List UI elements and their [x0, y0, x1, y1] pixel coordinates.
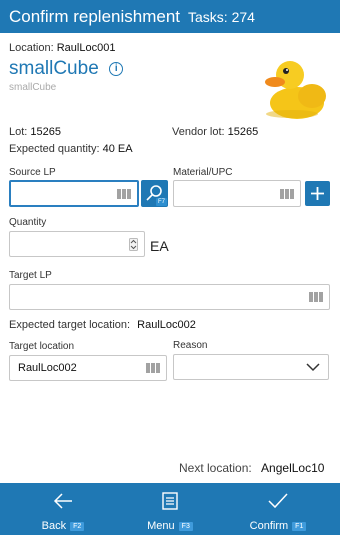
- barcode-icon[interactable]: [280, 188, 294, 200]
- expected-target-value: RaulLoc002: [137, 319, 196, 331]
- confirm-button[interactable]: Confirm F1: [238, 483, 318, 535]
- product-name: smallCube: [9, 58, 99, 79]
- quantity-unit: EA: [150, 238, 169, 254]
- plus-icon: [311, 187, 324, 200]
- page-title: Confirm replenishment: [9, 7, 181, 26]
- footer-bar: Back F2 Menu F3 Confirm F1: [0, 483, 340, 535]
- target-lp-label: Target LP: [9, 270, 52, 281]
- back-arrow-icon: [53, 493, 72, 509]
- source-lp-input[interactable]: [9, 180, 139, 207]
- chevron-down-icon: [306, 363, 320, 372]
- product-image: [262, 52, 330, 122]
- vendor-lot-value: 15265: [227, 126, 259, 138]
- location-label: Location:: [9, 42, 54, 54]
- expected-quantity-label: Expected quantity:: [9, 143, 100, 155]
- next-location-row: Next location: AngelLoc10: [179, 461, 324, 475]
- source-lp-key: F7: [155, 198, 167, 206]
- expected-target-row: Expected target location: RaulLoc002: [9, 319, 196, 331]
- lot-value: 15265: [30, 126, 62, 138]
- expected-quantity-value: 40 EA: [102, 143, 133, 155]
- vendor-lot-row: Vendor lot: 15265: [172, 126, 258, 138]
- target-location-input[interactable]: RaulLoc002: [9, 355, 167, 381]
- material-label: Material/UPC: [173, 167, 233, 178]
- product-title: smallCube i: [9, 58, 124, 80]
- barcode-icon[interactable]: [146, 362, 160, 374]
- checkmark-icon: [268, 493, 288, 509]
- location-value: RaulLoc001: [56, 42, 116, 54]
- reason-select[interactable]: [173, 354, 329, 380]
- location-row: Location: RaulLoc001: [9, 42, 115, 54]
- menu-label: Menu: [147, 520, 175, 532]
- menu-key: F3: [178, 522, 193, 531]
- target-lp-input[interactable]: [9, 284, 330, 310]
- barcode-icon[interactable]: [117, 188, 131, 200]
- menu-button[interactable]: Menu F3: [135, 483, 205, 535]
- source-lp-label: Source LP: [9, 167, 56, 178]
- target-location-value: RaulLoc002: [18, 362, 77, 374]
- source-lp-search-button[interactable]: F7: [141, 180, 168, 207]
- add-material-button[interactable]: [305, 181, 330, 206]
- tasks-count: Tasks: 274: [188, 9, 255, 25]
- material-input[interactable]: [173, 180, 301, 207]
- expected-target-label: Expected target location:: [9, 319, 131, 331]
- confirm-key: F1: [292, 522, 307, 531]
- back-label: Back: [41, 520, 67, 532]
- target-location-label: Target location: [9, 341, 75, 352]
- title-bar: Confirm replenishment Tasks: 274: [0, 0, 340, 33]
- next-location-value: AngelLoc10: [261, 461, 325, 475]
- next-location-label: Next location:: [179, 461, 252, 475]
- barcode-icon[interactable]: [309, 291, 323, 303]
- menu-icon: [162, 492, 178, 510]
- spinner-icon[interactable]: [129, 238, 138, 251]
- info-icon[interactable]: i: [109, 62, 124, 76]
- quantity-stepper[interactable]: [9, 231, 145, 257]
- product-subtitle: smallCube: [9, 82, 57, 93]
- reason-label: Reason: [173, 340, 208, 351]
- back-key: F2: [70, 522, 85, 531]
- quantity-label: Quantity: [9, 217, 47, 228]
- lot-label: Lot:: [9, 126, 28, 138]
- expected-quantity-row: Expected quantity: 40 EA: [9, 143, 133, 155]
- back-button[interactable]: Back F2: [28, 483, 98, 535]
- lot-row: Lot: 15265: [9, 126, 61, 138]
- vendor-lot-label: Vendor lot:: [172, 126, 225, 138]
- confirm-label: Confirm: [249, 520, 289, 532]
